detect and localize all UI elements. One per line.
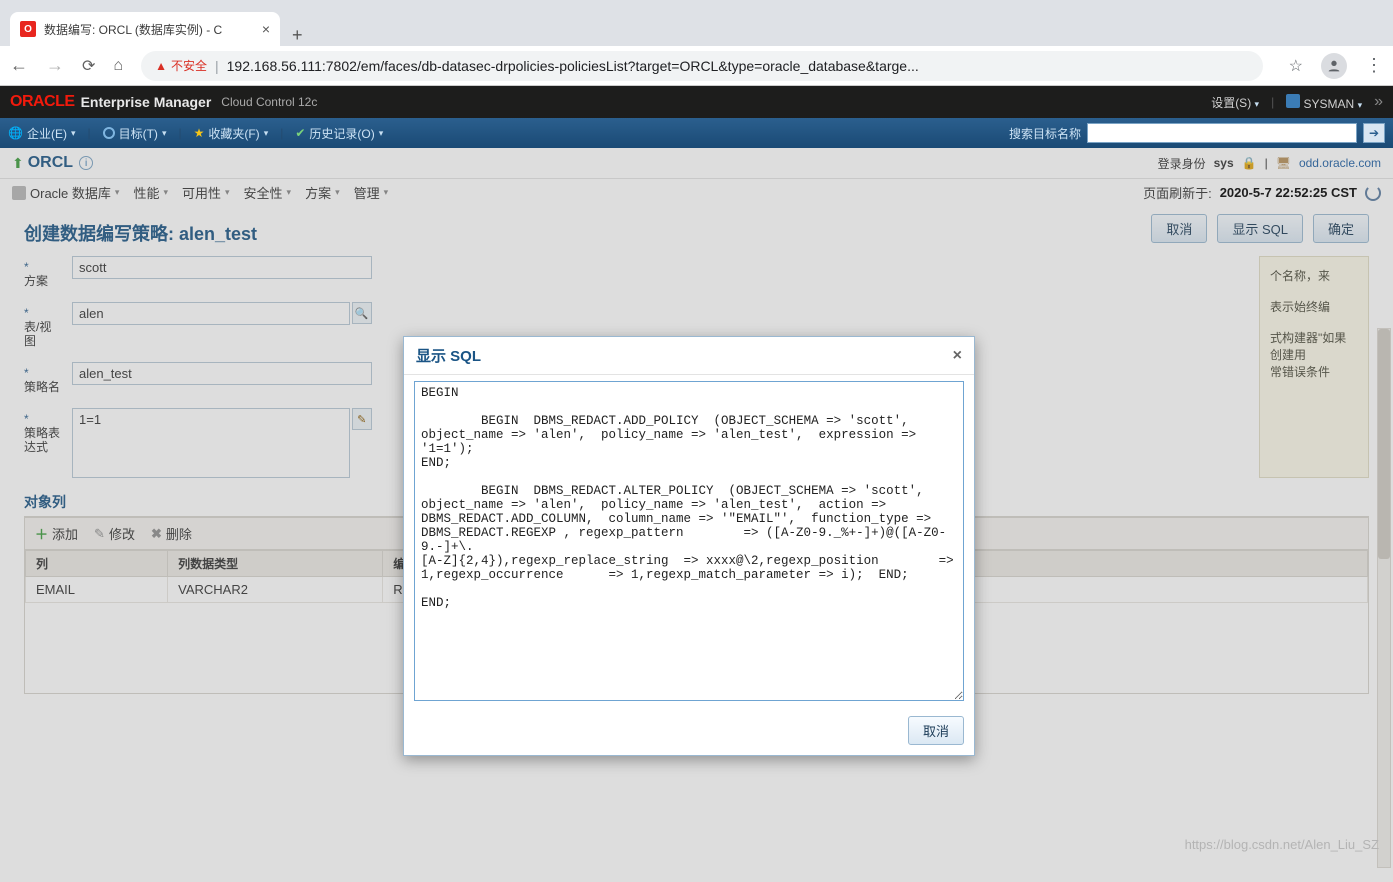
new-tab-button[interactable]: + bbox=[280, 25, 315, 46]
browser-toolbar: ← → ⟳ ⌂ ▲ 不安全 | 192.168.56.111:7802/em/f… bbox=[0, 46, 1393, 86]
search-label: 搜索目标名称 bbox=[1009, 125, 1081, 142]
header-right: 设置(S) ▾ | SYSMAN ▾ » bbox=[1211, 93, 1383, 111]
user-menu[interactable]: SYSMAN ▾ bbox=[1286, 94, 1362, 111]
oracle-header: ORACLE Enterprise Manager Cloud Control … bbox=[0, 86, 1393, 118]
em-subtitle: Cloud Control 12c bbox=[221, 95, 317, 109]
settings-menu[interactable]: 设置(S) ▾ bbox=[1211, 94, 1259, 111]
close-icon[interactable]: × bbox=[262, 21, 270, 37]
url-text: 192.168.56.111:7802/em/faces/db-datasec-… bbox=[227, 58, 919, 74]
globe-icon: 🌐 bbox=[8, 126, 23, 140]
menu-sep: | bbox=[280, 126, 283, 140]
reload-button[interactable]: ⟳ bbox=[82, 56, 95, 76]
not-secure-label: 不安全 bbox=[171, 57, 207, 74]
dialog-footer: 取消 bbox=[404, 710, 974, 755]
bookmark-icon[interactable]: ☆ bbox=[1289, 56, 1303, 76]
menu-favorites[interactable]: ★收藏夹(F) ▾ bbox=[194, 125, 269, 142]
dialog-body bbox=[404, 375, 974, 710]
menu-sep: | bbox=[87, 126, 90, 140]
warning-icon: ▲ bbox=[155, 59, 167, 73]
sql-textarea[interactable] bbox=[414, 381, 964, 701]
addr-separator: | bbox=[215, 58, 219, 74]
user-icon bbox=[1286, 94, 1300, 108]
browser-tab-active[interactable]: O 数据编写: ORCL (数据库实例) - C × bbox=[10, 12, 280, 46]
oracle-logo: ORACLE bbox=[10, 93, 75, 111]
page-body: ⬆ ORCL i 登录身份 sys 🔒 | 🖥 odd.oracle.com O… bbox=[0, 148, 1393, 882]
browser-tabstrip: O 数据编写: ORCL (数据库实例) - C × + bbox=[0, 0, 1393, 46]
check-icon: ✔ bbox=[295, 126, 305, 140]
menu-history[interactable]: ✔历史记录(O) ▾ bbox=[295, 125, 383, 142]
dialog-cancel-button[interactable]: 取消 bbox=[908, 716, 964, 745]
sql-dialog: 显示 SQL × 取消 bbox=[403, 336, 975, 756]
search-input[interactable] bbox=[1087, 123, 1357, 143]
oracle-favicon: O bbox=[20, 21, 36, 37]
more-icon[interactable]: » bbox=[1374, 93, 1383, 111]
home-button[interactable]: ⌂ bbox=[113, 57, 123, 75]
address-bar[interactable]: ▲ 不安全 | 192.168.56.111:7802/em/faces/db-… bbox=[141, 51, 1263, 81]
menu-icon[interactable]: ⋮ bbox=[1365, 55, 1383, 76]
menu-enterprise[interactable]: 🌐企业(E) ▾ bbox=[8, 125, 75, 142]
close-icon[interactable]: × bbox=[953, 347, 962, 365]
dialog-title: 显示 SQL bbox=[416, 345, 481, 366]
menu-sep: | bbox=[178, 126, 181, 140]
security-warning[interactable]: ▲ 不安全 bbox=[155, 57, 207, 74]
profile-avatar[interactable] bbox=[1321, 53, 1347, 79]
main-menu-bar: 🌐企业(E) ▾ | 目标(T) ▾ | ★收藏夹(F) ▾ | ✔历史记录(O… bbox=[0, 118, 1393, 148]
menu-targets[interactable]: 目标(T) ▾ bbox=[103, 125, 167, 142]
tab-title: 数据编写: ORCL (数据库实例) - C bbox=[44, 21, 222, 38]
target-search: 搜索目标名称 ➔ bbox=[1009, 123, 1385, 143]
em-title: Enterprise Manager bbox=[81, 94, 212, 110]
dialog-titlebar[interactable]: 显示 SQL × bbox=[404, 337, 974, 375]
forward-button[interactable]: → bbox=[46, 55, 64, 76]
star-icon: ★ bbox=[194, 126, 205, 140]
header-separator: | bbox=[1271, 95, 1274, 109]
back-button[interactable]: ← bbox=[10, 55, 28, 76]
search-go-button[interactable]: ➔ bbox=[1363, 123, 1385, 143]
target-icon bbox=[103, 127, 115, 139]
